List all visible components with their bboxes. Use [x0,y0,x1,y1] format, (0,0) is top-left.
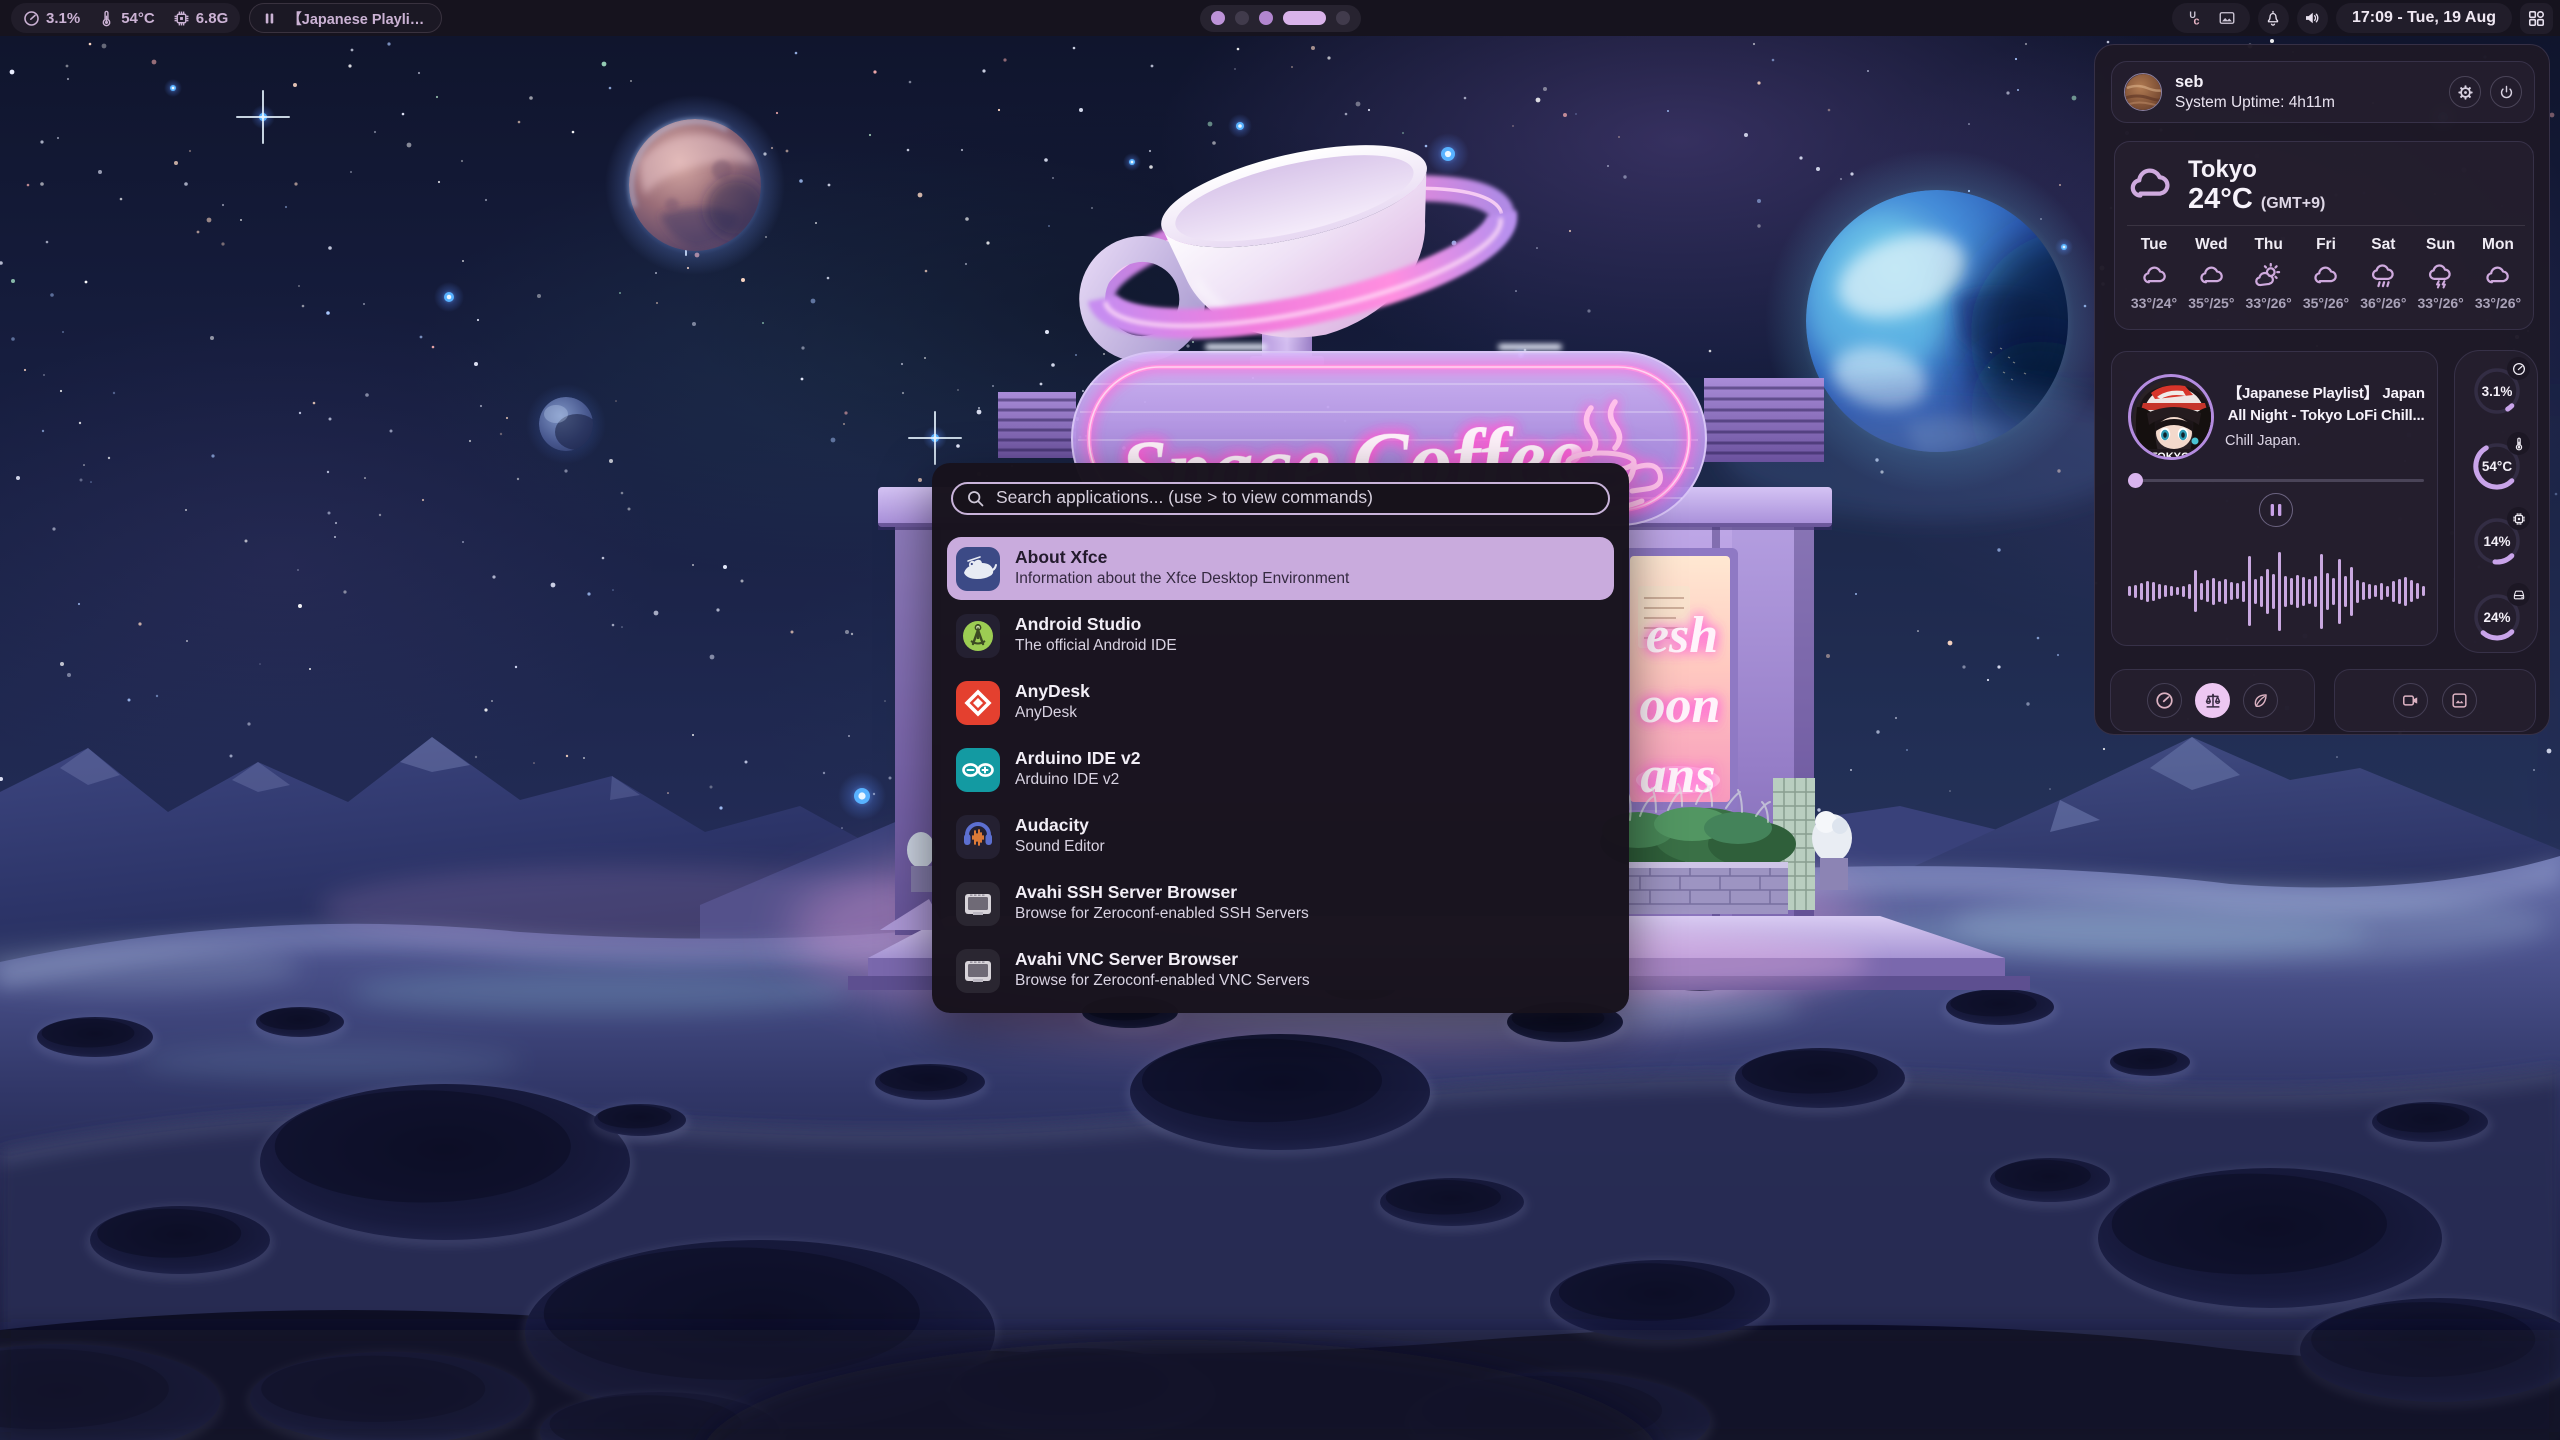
svg-text:oon: oon [1640,677,1721,734]
svg-text:esh: esh [1646,607,1718,664]
svg-text:c: c [2193,16,2199,28]
svg-text:TOKYO L: TOKYO L [2151,451,2200,460]
svg-text:ans: ans [1640,747,1715,804]
